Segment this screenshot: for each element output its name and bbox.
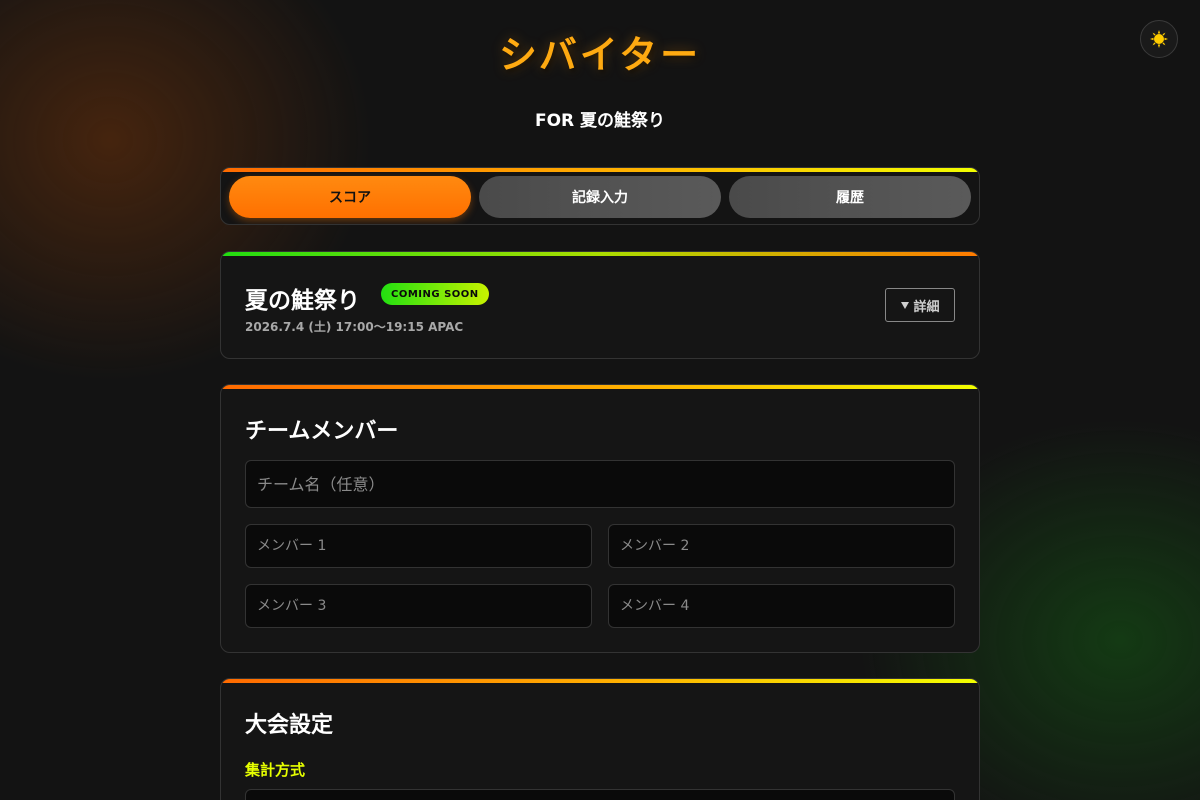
details-toggle-button[interactable]: 詳細 [885,288,955,322]
member-4-input[interactable] [608,584,955,628]
tab-history[interactable]: 履歴 [729,176,971,218]
member-2-input[interactable] [608,524,955,568]
event-name: 夏の鮭祭り [245,288,360,314]
app-title: シバイター [498,33,702,77]
tab-bar-accent-stripe [221,168,979,172]
tab-bar: スコア 記録入力 履歴 [220,167,980,225]
theme-toggle-button[interactable] [1140,20,1178,58]
aggregation-method-select[interactable] [245,789,955,800]
tournament-settings-heading: 大会設定 [245,713,334,738]
member-3-input[interactable] [245,584,592,628]
event-date: 2026.7.4 (土) 17:00〜19:15 APAC [245,320,464,334]
team-card-accent-stripe [221,385,979,389]
event-card-accent-stripe [221,252,979,256]
event-card: 夏の鮭祭り COMING SOON 2026.7.4 (土) 17:00〜19:… [220,251,980,359]
team-name-input[interactable] [245,460,955,508]
settings-card-accent-stripe [221,679,979,683]
aggregation-method-label: 集計方式 [245,761,306,779]
tab-record-entry[interactable]: 記録入力 [479,176,721,218]
status-badge: COMING SOON [381,283,489,305]
tournament-settings-card: 大会設定 集計方式 [220,678,980,800]
member-1-input[interactable] [245,524,592,568]
sun-icon [1150,30,1168,48]
team-members-heading: チームメンバー [245,419,399,444]
tab-score[interactable]: スコア [229,176,471,218]
app-subtitle: FOR 夏の鮭祭り [534,111,666,131]
triangle-down-icon [901,302,910,309]
team-members-card: チームメンバー [220,384,980,653]
details-toggle-label: 詳細 [913,299,940,315]
